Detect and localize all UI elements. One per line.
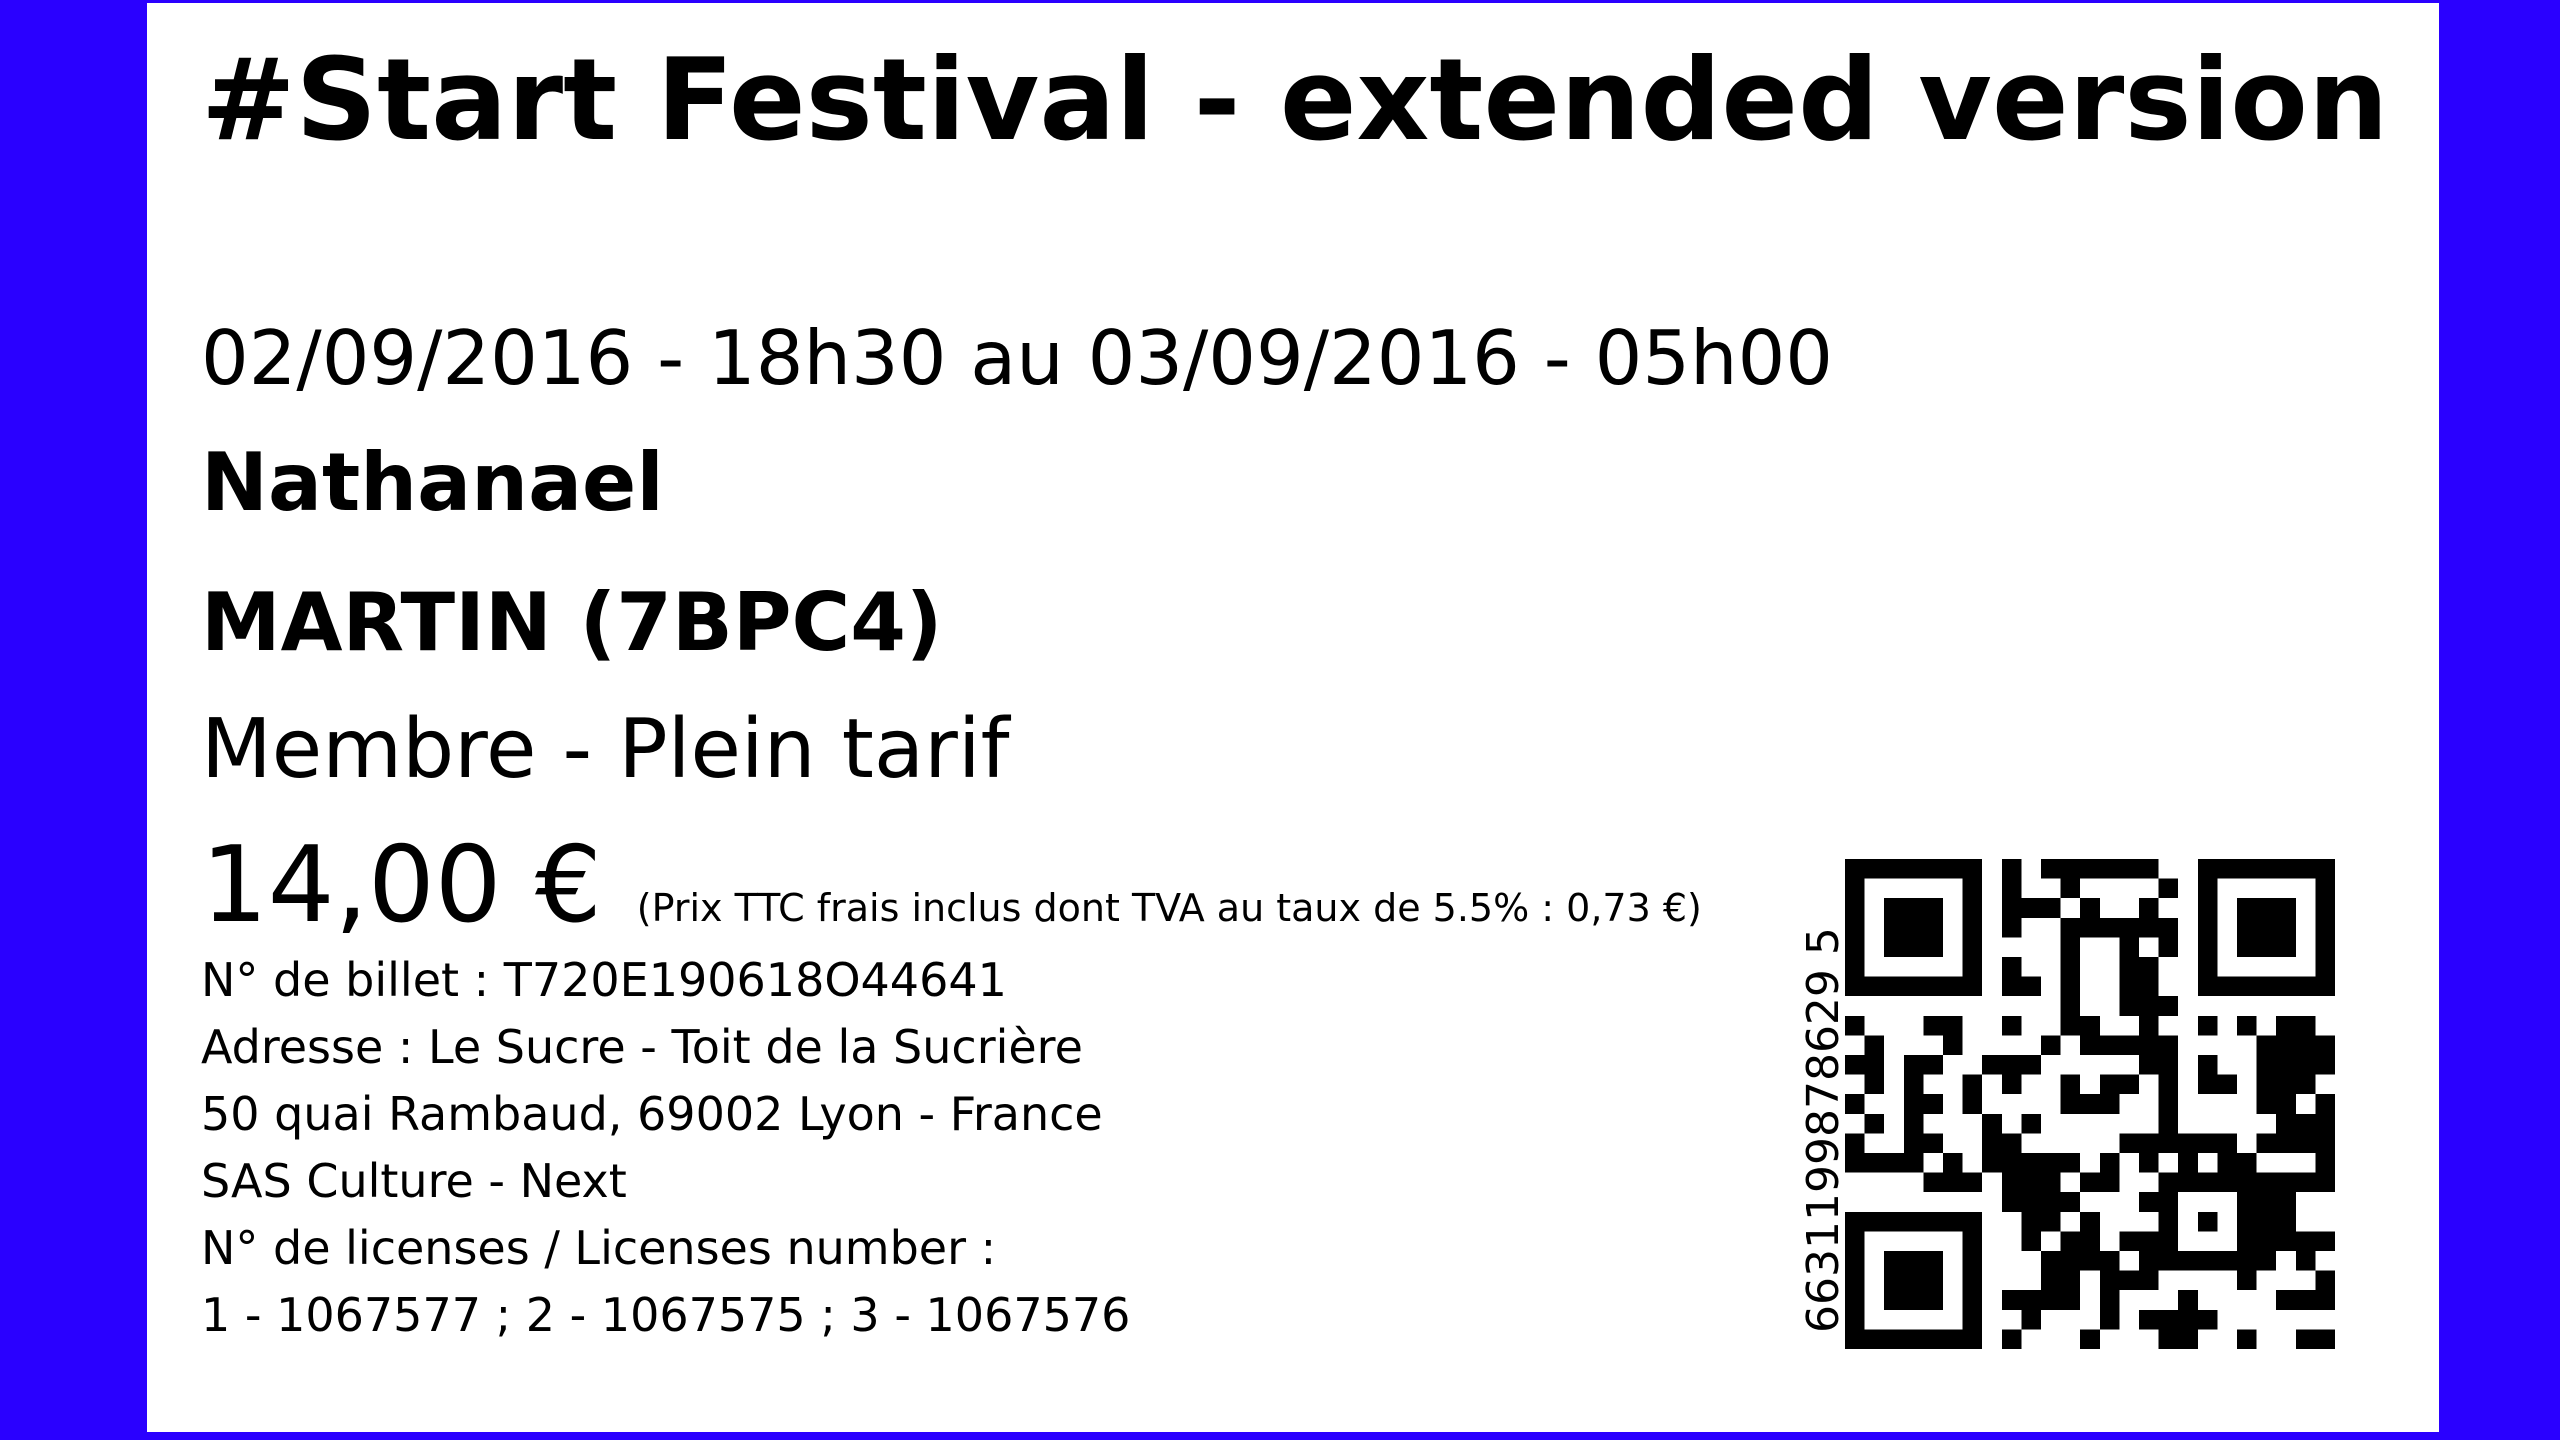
- barcode-number: 6631199878629 5: [1798, 927, 1849, 1333]
- holder-first-name: Nathanael: [201, 436, 664, 529]
- company: SAS Culture - Next: [201, 1154, 627, 1208]
- ticket: #Start Festival - extended version 02/09…: [147, 3, 2439, 1432]
- price-row: 14,00 € (Prix TTC frais inclus dont TVA …: [201, 833, 1702, 938]
- address-line1: Adresse : Le Sucre - Toit de la Sucrière: [201, 1020, 1083, 1074]
- event-dates: 02/09/2016 - 18h30 au 03/09/2016 - 05h00: [201, 314, 1834, 402]
- tariff: Membre - Plein tarif: [201, 702, 1010, 797]
- event-title: #Start Festival - extended version: [201, 34, 2389, 166]
- address-line2: 50 quai Rambaud, 69002 Lyon - France: [201, 1087, 1103, 1141]
- qr-code-icon: [1845, 859, 2335, 1349]
- license-label: N° de licenses / Licenses number :: [201, 1221, 997, 1275]
- license-numbers: 1 - 1067577 ; 2 - 1067575 ; 3 - 1067576: [201, 1288, 1131, 1342]
- price: 14,00 €: [201, 824, 602, 946]
- price-note: (Prix TTC frais inclus dont TVA au taux …: [636, 886, 1702, 930]
- holder-last-name: MARTIN (7BPC4): [201, 576, 943, 669]
- ticket-number: N° de billet : T720E190618O44641: [201, 953, 1007, 1007]
